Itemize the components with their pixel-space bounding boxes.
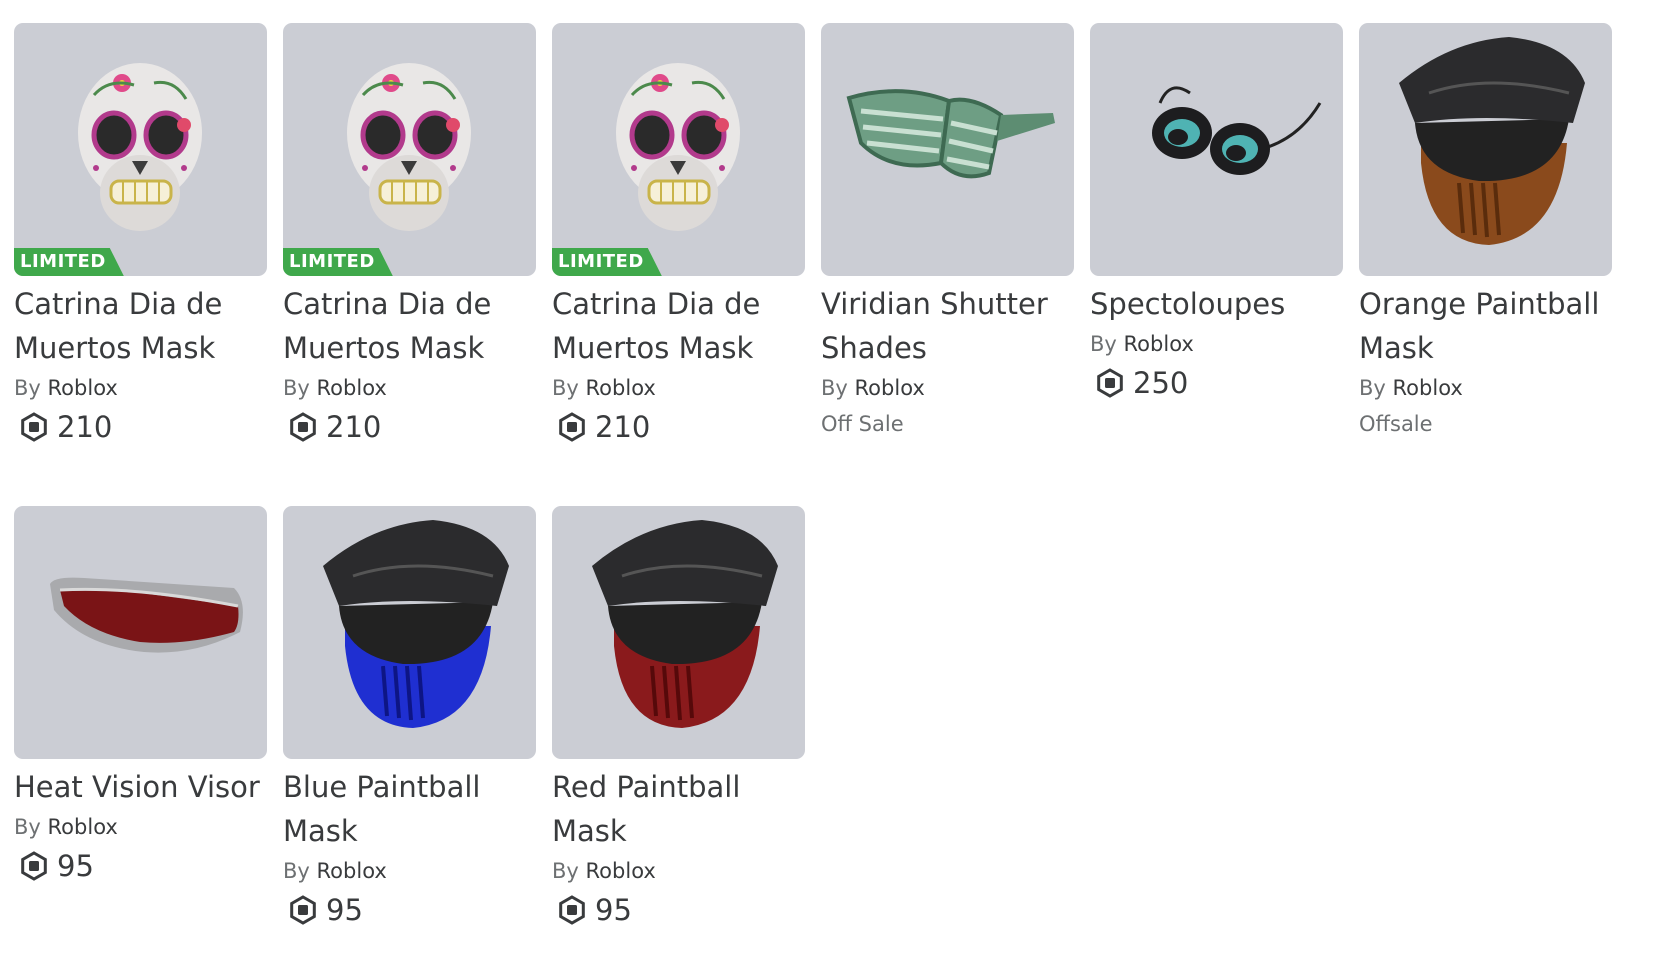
item-price: 210 <box>552 410 805 444</box>
item-name[interactable]: Orange Paintball Mask <box>1359 282 1612 370</box>
item-name[interactable]: Heat Vision Visor <box>14 765 267 809</box>
item-price: 95 <box>552 893 805 927</box>
item-price: 210 <box>283 410 536 444</box>
creator-link[interactable]: Roblox <box>1393 376 1463 400</box>
robux-icon <box>557 412 587 442</box>
creator-link[interactable]: Roblox <box>317 859 387 883</box>
creator-by-label: By <box>283 376 310 400</box>
creator-by-label: By <box>283 859 310 883</box>
catalog-item-card[interactable]: Heat Vision Visor By Roblox 95 <box>14 506 267 883</box>
robux-icon <box>19 851 49 881</box>
creator-link[interactable]: Roblox <box>48 376 118 400</box>
creator-link[interactable]: Roblox <box>586 376 656 400</box>
price-amount: 250 <box>1133 366 1189 400</box>
catalog-item-card[interactable]: Spectoloupes By Roblox 250 <box>1090 23 1343 400</box>
limited-badge: LIMITED <box>283 248 393 276</box>
item-creator: By Roblox <box>552 374 805 402</box>
sale-status: Off Sale <box>821 412 904 436</box>
item-thumbnail[interactable]: LIMITED <box>552 23 805 276</box>
catalog-item-card[interactable]: LIMITED Catrina Dia de Muertos Mask By R… <box>283 23 536 444</box>
item-thumbnail[interactable] <box>1359 23 1612 276</box>
creator-link[interactable]: Roblox <box>586 859 656 883</box>
catalog-item-card[interactable]: LIMITED Catrina Dia de Muertos Mask By R… <box>552 23 805 444</box>
item-creator: By Roblox <box>283 857 536 885</box>
item-price: 250 <box>1090 366 1343 400</box>
price-amount: 95 <box>595 893 632 927</box>
item-name[interactable]: Red Paintball Mask <box>552 765 805 853</box>
robux-icon <box>288 895 318 925</box>
price-amount: 95 <box>326 893 363 927</box>
item-creator: By Roblox <box>821 374 1074 402</box>
item-name[interactable]: Catrina Dia de Muertos Mask <box>14 282 267 370</box>
creator-by-label: By <box>1090 332 1117 356</box>
robux-icon <box>1095 368 1125 398</box>
robux-icon <box>19 412 49 442</box>
item-name[interactable]: Catrina Dia de Muertos Mask <box>283 282 536 370</box>
limited-badge: LIMITED <box>552 248 662 276</box>
item-price: 210 <box>14 410 267 444</box>
catalog-item-card[interactable]: Orange Paintball Mask By Roblox Offsale <box>1359 23 1612 436</box>
item-thumbnail[interactable] <box>1090 23 1343 276</box>
creator-link[interactable]: Roblox <box>855 376 925 400</box>
item-name[interactable]: Catrina Dia de Muertos Mask <box>552 282 805 370</box>
item-creator: By Roblox <box>1359 374 1612 402</box>
catalog-item-card[interactable]: Red Paintball Mask By Roblox 95 <box>552 506 805 927</box>
price-amount: 95 <box>57 849 94 883</box>
robux-icon <box>288 412 318 442</box>
item-creator: By Roblox <box>1090 330 1343 358</box>
item-creator: By Roblox <box>552 857 805 885</box>
creator-by-label: By <box>1359 376 1386 400</box>
creator-link[interactable]: Roblox <box>317 376 387 400</box>
limited-badge: LIMITED <box>14 248 124 276</box>
creator-link[interactable]: Roblox <box>1124 332 1194 356</box>
creator-by-label: By <box>552 376 579 400</box>
item-price: 95 <box>283 893 536 927</box>
price-amount: 210 <box>326 410 382 444</box>
price-amount: 210 <box>57 410 113 444</box>
item-thumbnail[interactable]: LIMITED <box>14 23 267 276</box>
item-creator: By Roblox <box>283 374 536 402</box>
catalog-item-card[interactable]: Viridian Shutter Shades By Roblox Off Sa… <box>821 23 1074 436</box>
item-thumbnail[interactable] <box>552 506 805 759</box>
item-thumbnail[interactable] <box>283 506 536 759</box>
item-creator: By Roblox <box>14 813 267 841</box>
creator-by-label: By <box>14 376 41 400</box>
creator-link[interactable]: Roblox <box>48 815 118 839</box>
item-thumbnail[interactable]: LIMITED <box>283 23 536 276</box>
creator-by-label: By <box>14 815 41 839</box>
item-thumbnail[interactable] <box>821 23 1074 276</box>
item-name[interactable]: Viridian Shutter Shades <box>821 282 1074 370</box>
creator-by-label: By <box>821 376 848 400</box>
item-price: 95 <box>14 849 267 883</box>
sale-status: Offsale <box>1359 412 1433 436</box>
catalog-item-card[interactable]: LIMITED Catrina Dia de Muertos Mask By R… <box>14 23 267 444</box>
item-creator: By Roblox <box>14 374 267 402</box>
item-name[interactable]: Blue Paintball Mask <box>283 765 536 853</box>
creator-by-label: By <box>552 859 579 883</box>
item-thumbnail[interactable] <box>14 506 267 759</box>
robux-icon <box>557 895 587 925</box>
price-amount: 210 <box>595 410 651 444</box>
catalog-item-card[interactable]: Blue Paintball Mask By Roblox 95 <box>283 506 536 927</box>
item-name[interactable]: Spectoloupes <box>1090 282 1343 326</box>
